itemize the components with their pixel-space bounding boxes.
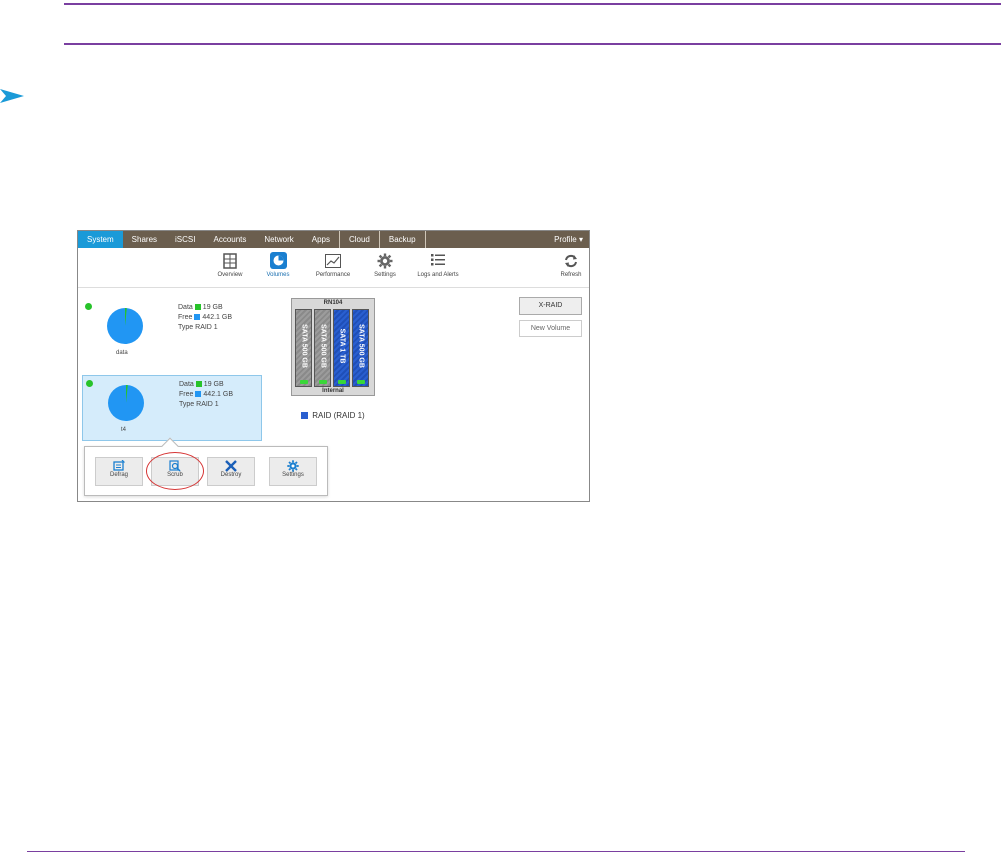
step-arrow-icon: [0, 89, 24, 103]
readynas-screenshot: System Shares iSCSI Accounts Network App…: [77, 230, 590, 502]
defrag-icon: [96, 458, 142, 472]
top-navigation: System Shares iSCSI Accounts Network App…: [78, 231, 589, 248]
volume-info: Data 19 GB Free 442.1 GB Type RAID 1: [179, 380, 233, 410]
volume-card-t4[interactable]: t4 Data 19 GB Free 442.1 GB Type RAID 1: [82, 375, 262, 441]
header-top-rule: [64, 3, 1001, 5]
disk-bay-2[interactable]: SATA 500 GB: [314, 309, 331, 387]
subnav-settings[interactable]: Settings: [370, 252, 400, 278]
gear-icon: [270, 458, 316, 472]
overview-icon: [221, 252, 239, 269]
volume-settings-button[interactable]: Settings: [269, 457, 317, 486]
tab-network[interactable]: Network: [255, 231, 302, 248]
tab-apps[interactable]: Apps: [303, 231, 339, 248]
profile-menu[interactable]: Profile ▾: [548, 231, 589, 248]
defrag-button[interactable]: Defrag: [95, 457, 143, 486]
disk-led: [338, 380, 346, 384]
tab-backup[interactable]: Backup: [378, 231, 425, 248]
tab-accounts[interactable]: Accounts: [204, 231, 255, 248]
close-icon: [208, 458, 254, 472]
subnav-performance-label: Performance: [315, 272, 351, 278]
scrub-highlight-circle: [146, 452, 204, 490]
raid-legend-label: RAID (RAID 1): [312, 411, 365, 420]
data-label: Data: [178, 304, 193, 311]
subnav-volumes[interactable]: Volumes: [262, 252, 294, 278]
disk-led: [357, 380, 365, 384]
volume-settings-label: Settings: [282, 472, 304, 478]
type-label: Type: [178, 324, 194, 331]
volume-action-popup: Defrag Scrub Destroy Settings: [84, 437, 328, 496]
performance-icon: [324, 252, 342, 269]
new-volume-button[interactable]: New Volume: [519, 320, 582, 337]
data-swatch: [194, 304, 201, 311]
type-value: RAID 1: [195, 324, 218, 331]
raid-legend: RAID (RAID 1): [299, 411, 365, 420]
refresh-button[interactable]: Refresh: [558, 252, 584, 278]
raid-swatch: [301, 412, 308, 420]
destroy-label: Destroy: [220, 472, 242, 478]
disk-label: SATA 1 TB: [338, 328, 345, 364]
disk-led: [319, 380, 327, 384]
disk-enclosure: RN104 SATA 500 GB SATA 500 GB SATA 1 TB …: [291, 298, 375, 396]
free-value: 442.1 GB: [203, 391, 233, 398]
disk-label: SATA 500 GB: [357, 324, 364, 368]
volume-status-dot: [85, 303, 92, 310]
volume-info: Data 19 GB Free 442.1 GB Type RAID 1: [178, 303, 232, 333]
free-value: 442.1 GB: [202, 314, 232, 321]
disk-label: SATA 500 GB: [300, 324, 307, 368]
header-bottom-rule: [64, 43, 1001, 45]
free-swatch: [194, 314, 201, 321]
subnav-logs[interactable]: Logs and Alerts: [413, 252, 463, 278]
tab-system[interactable]: System: [78, 231, 123, 248]
free-swatch: [195, 391, 202, 398]
tab-spacer: [424, 231, 426, 248]
enclosure-label: Internal: [322, 388, 344, 394]
data-value: 19 GB: [203, 381, 224, 388]
refresh-icon: [562, 252, 580, 269]
disk-bay-3[interactable]: SATA 1 TB: [333, 309, 350, 387]
defrag-label: Defrag: [109, 472, 128, 478]
gear-icon: [376, 252, 394, 269]
subnav-settings-label: Settings: [374, 272, 396, 278]
enclosure-model: RN104: [323, 300, 343, 306]
footer-rule: [27, 851, 965, 852]
disk-bay-4[interactable]: SATA 500 GB: [352, 309, 369, 387]
list-icon: [429, 252, 447, 269]
destroy-button[interactable]: Destroy: [207, 457, 255, 486]
subnav-performance[interactable]: Performance: [311, 252, 355, 278]
free-label: Free: [179, 391, 194, 398]
volume-card-data[interactable]: data Data 19 GB Free 442.1 GB Type RAID 1: [82, 299, 262, 363]
data-label: Data: [179, 381, 194, 388]
subnav-logs-label: Logs and Alerts: [417, 272, 459, 278]
disk-label: SATA 500 GB: [319, 324, 326, 368]
subnav-volumes-label: Volumes: [266, 272, 290, 278]
tab-shares[interactable]: Shares: [123, 231, 166, 248]
volume-usage-pie: [107, 308, 143, 344]
xraid-button[interactable]: X-RAID: [519, 297, 582, 315]
refresh-label: Refresh: [560, 272, 582, 278]
disk-bay-1[interactable]: SATA 500 GB: [295, 309, 312, 387]
type-value: RAID 1: [196, 401, 219, 408]
subnav-overview-label: Overview: [217, 272, 243, 278]
volume-name: t4: [121, 427, 127, 433]
type-label: Type: [179, 401, 195, 408]
data-value: 19 GB: [202, 304, 223, 311]
tab-cloud[interactable]: Cloud: [338, 231, 379, 248]
volume-usage-pie: [108, 385, 144, 421]
tab-iscsi[interactable]: iSCSI: [166, 231, 204, 248]
volume-name: data: [116, 350, 128, 356]
disk-led: [300, 380, 308, 384]
data-swatch: [195, 381, 202, 388]
volume-status-dot: [86, 380, 93, 387]
free-label: Free: [178, 314, 193, 321]
volumes-icon: [269, 252, 287, 269]
subnav-overview[interactable]: Overview: [214, 252, 246, 278]
sub-navigation: Overview Volumes Performance Settings Lo…: [78, 248, 589, 288]
